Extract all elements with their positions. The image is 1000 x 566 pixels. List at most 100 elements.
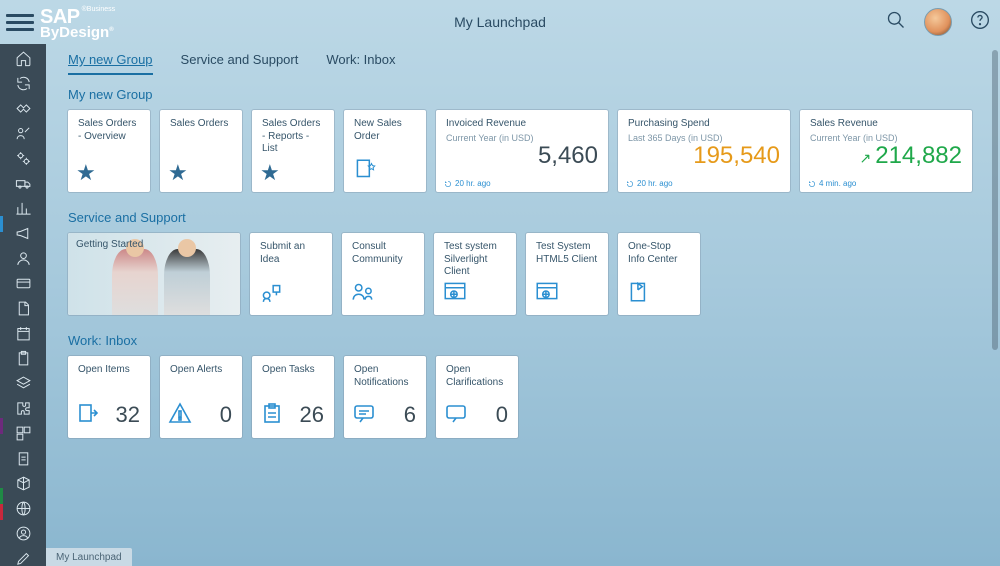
help-icon[interactable] [970,10,990,35]
star-icon: ★ [76,160,96,186]
browser-globe-icon [534,278,560,309]
tile-footer: 4 min. ago [808,179,856,188]
group-title-inbox: Work: Inbox [68,333,974,348]
dashboard-icon[interactable] [13,425,33,442]
page-title: My Launchpad [454,14,546,30]
tile-label: Open Tasks [262,364,324,377]
sidebar-accent [0,488,3,504]
group-tabs: My new Group Service and Support Work: I… [68,52,974,75]
refresh-icon[interactable] [13,75,33,92]
person-illustration [112,249,158,315]
sidebar-accent [0,418,3,434]
person-key-icon[interactable] [13,125,33,142]
tile-footer: 20 hr. ago [626,179,673,188]
card-icon[interactable] [13,275,33,292]
tile-label: Invoiced Revenue [446,118,598,131]
chart-icon[interactable] [13,200,33,217]
chat-lines-icon [352,401,376,430]
tile-new-sales-order[interactable]: New Sales Order [344,110,426,192]
calendar-icon[interactable] [13,325,33,342]
tile-label: Sales Orders [170,118,232,131]
tile-subtitle: Current Year (in USD) [446,133,598,143]
tile-label: Open Notifications [354,364,416,389]
person-illustration [164,249,210,315]
tile-consult-community[interactable]: Consult Community [342,233,424,315]
tile-open-alerts[interactable]: Open Alerts 0 [160,356,242,438]
tab-my-new-group[interactable]: My new Group [68,52,153,75]
tile-purchasing-spend[interactable]: Purchasing Spend Last 365 Days (in USD) … [618,110,790,192]
tile-onestop-info[interactable]: One-Stop Info Center [618,233,700,315]
star-icon: ★ [168,160,188,186]
tab-service-support[interactable]: Service and Support [181,52,299,75]
tile-label: Sales Revenue [810,118,962,131]
search-icon[interactable] [886,10,906,35]
tab-work-inbox[interactable]: Work: Inbox [326,52,395,75]
tile-open-notifications[interactable]: Open Notifications 6 [344,356,426,438]
tile-invoiced-revenue[interactable]: Invoiced Revenue Current Year (in USD) 5… [436,110,608,192]
count-value: 6 [404,402,416,428]
tile-label: Submit an Idea [260,241,322,266]
tile-label: Getting Started [76,239,143,252]
content: My new Group Service and Support Work: I… [46,44,992,566]
clipboard2-icon[interactable] [13,450,33,467]
tile-test-silverlight[interactable]: Test system Silverlight Client [434,233,516,315]
tile-label: Sales Orders - Overview [78,118,140,143]
star-icon: ★ [260,160,280,186]
tile-open-clarifications[interactable]: Open Clarifications 0 [436,356,518,438]
tile-submit-idea[interactable]: Submit an Idea [250,233,332,315]
layers-icon[interactable] [13,375,33,392]
user-icon[interactable] [13,250,33,267]
kpi-value: 214,882 [860,142,963,170]
tile-label: Open Alerts [170,364,232,377]
puzzle-icon[interactable] [13,400,33,417]
tile-sales-orders-overview[interactable]: Sales Orders - Overview ★ [68,110,150,192]
tile-label: Open Items [78,364,140,377]
user-avatar[interactable] [924,8,952,36]
tile-foot-text: 20 hr. ago [637,179,673,188]
count-value: 0 [496,402,508,428]
people-icon [350,278,376,309]
tile-open-tasks[interactable]: Open Tasks 26 [252,356,334,438]
clipboard-icon [260,401,284,430]
sidebar-accent [0,504,3,520]
tile-label: Open Clarifications [446,364,508,389]
export-doc-icon [626,278,652,309]
tile-test-html5[interactable]: Test System HTML5 Client [526,233,608,315]
megaphone-icon[interactable] [13,225,33,242]
chat-bubble-icon [444,401,468,430]
tile-open-items[interactable]: Open Items 32 [68,356,150,438]
tile-getting-started[interactable]: Getting Started [68,233,240,315]
document-star-icon [352,157,378,188]
account-icon[interactable] [13,525,33,542]
tile-subtitle: Current Year (in USD) [810,133,962,143]
tile-label: Test System HTML5 Client [536,241,598,266]
tile-sales-revenue[interactable]: Sales Revenue Current Year (in USD) 214,… [800,110,972,192]
tile-foot-text: 20 hr. ago [455,179,491,188]
tile-sales-orders[interactable]: Sales Orders ★ [160,110,242,192]
browser-globe-icon [442,278,468,309]
tile-subtitle: Last 365 Days (in USD) [628,133,780,143]
handshake-icon[interactable] [13,100,33,117]
scrollbar[interactable] [992,50,998,350]
truck-icon[interactable] [13,175,33,192]
lightbulb-person-icon [258,278,284,309]
edit-icon[interactable] [13,550,33,566]
tile-foot-text: 4 min. ago [819,179,856,188]
home-icon[interactable] [13,50,33,67]
clipboard-icon[interactable] [13,350,33,367]
globe-icon[interactable] [13,500,33,517]
tile-footer: 20 hr. ago [444,179,491,188]
cube-icon[interactable] [13,475,33,492]
gears-icon[interactable] [13,150,33,167]
document-arrow-icon [76,401,100,430]
kpi-value: 195,540 [693,142,780,170]
tile-label: Purchasing Spend [628,118,780,131]
tile-label: Sales Orders - Reports - List [262,118,324,156]
tile-sales-orders-reports[interactable]: Sales Orders - Reports - List ★ [252,110,334,192]
count-value: 26 [300,402,324,428]
person-illustration [178,239,196,257]
document-icon[interactable] [13,300,33,317]
app-header: SAP®Business ByDesign® My Launchpad [0,0,1000,44]
menu-toggle-icon[interactable] [6,8,34,36]
sap-logo: SAP®Business ByDesign® [40,6,115,39]
